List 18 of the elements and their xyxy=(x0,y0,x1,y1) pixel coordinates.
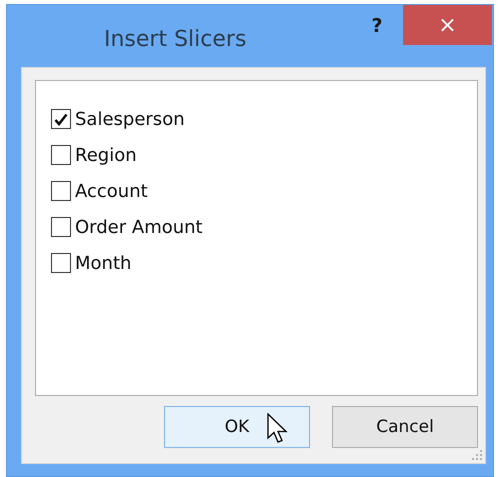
dialog-button[interactable]: OK xyxy=(164,406,310,448)
dialog-button[interactable]: Cancel xyxy=(332,406,478,448)
checkbox[interactable] xyxy=(51,217,71,237)
checkbox[interactable] xyxy=(51,181,71,201)
close-button[interactable]: × xyxy=(403,5,492,45)
field-label: Region xyxy=(75,144,137,166)
window-title: Insert Slicers xyxy=(104,27,246,52)
cursor-icon xyxy=(267,413,289,445)
checkbox[interactable] xyxy=(51,145,71,165)
resize-grip-icon xyxy=(472,450,484,462)
help-button[interactable]: ? xyxy=(365,15,389,37)
field-label: Account xyxy=(75,180,148,202)
checkmark-icon xyxy=(54,112,68,126)
field-label: Order Amount xyxy=(75,216,203,238)
field-label: Salesperson xyxy=(75,108,185,130)
field-label: Month xyxy=(75,252,132,274)
checkbox[interactable] xyxy=(51,253,71,273)
checkbox[interactable] xyxy=(51,109,71,129)
